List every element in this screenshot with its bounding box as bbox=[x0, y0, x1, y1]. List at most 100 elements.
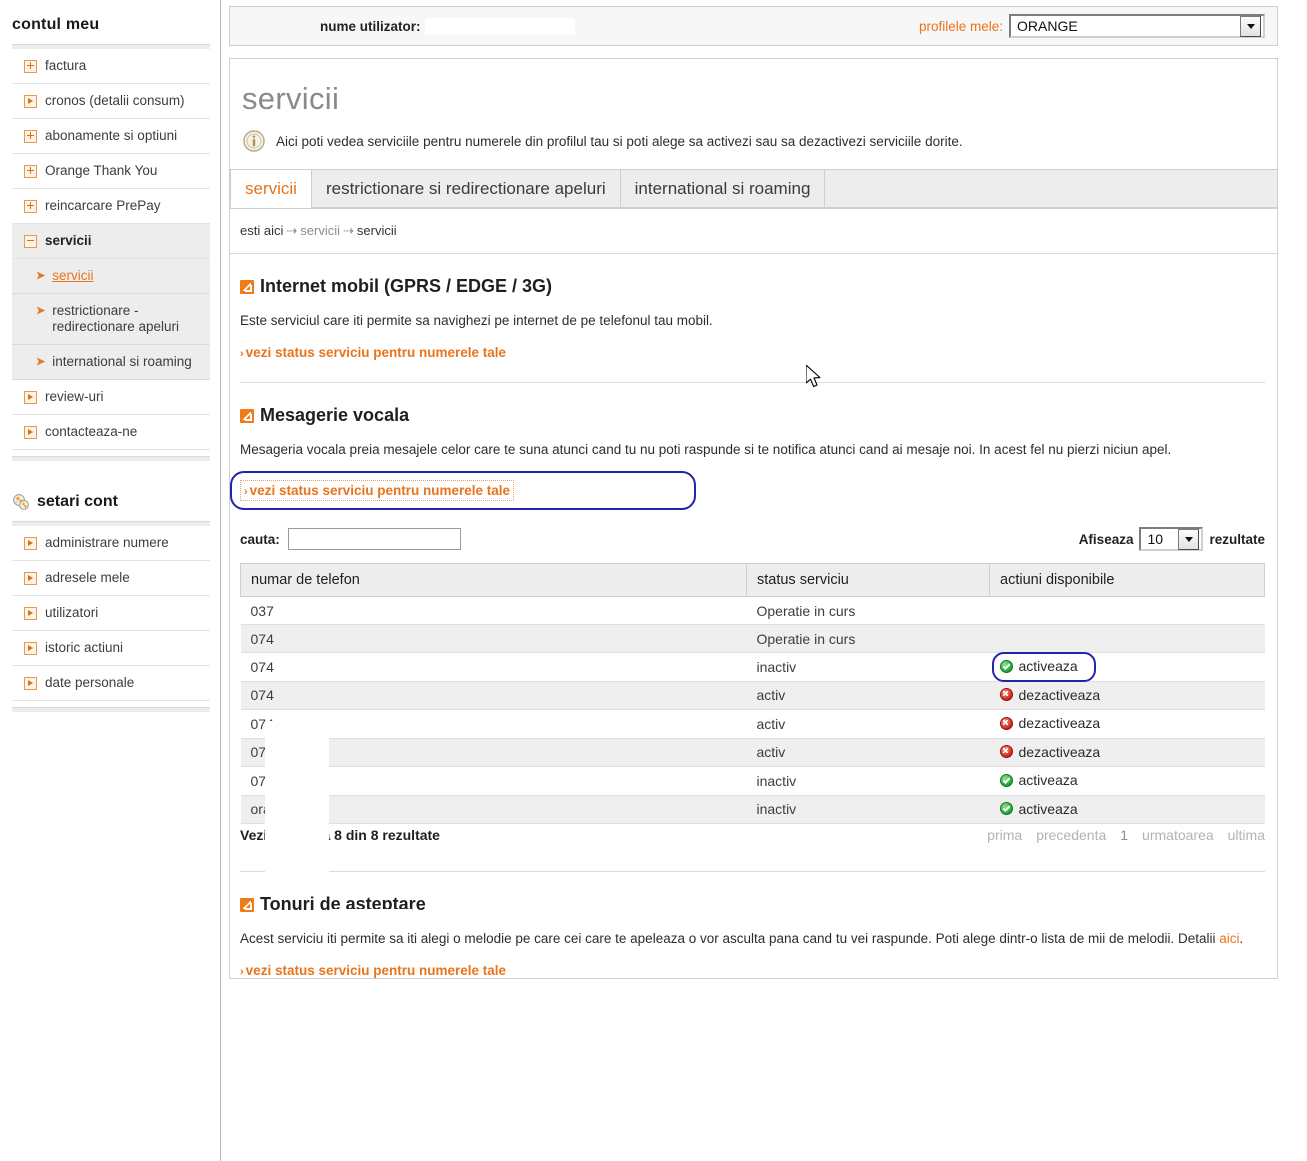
cell-phone: orangetest_ bbox=[240, 795, 747, 824]
action-label: dezactiveaza bbox=[1018, 743, 1101, 760]
cross-circle-icon bbox=[999, 688, 1013, 701]
col-header-status[interactable]: status serviciu bbox=[746, 563, 990, 597]
results-per-page-control: Afiseaza 10 rezultate bbox=[1079, 527, 1265, 551]
cell-action: dezactiveaza bbox=[989, 709, 1265, 739]
cell-phone: 074 bbox=[240, 652, 747, 682]
breadcrumb-item-2: servicii bbox=[356, 223, 397, 238]
sidebar-item-label: factura bbox=[45, 58, 87, 73]
results-per-page-value: 10 bbox=[1147, 531, 1164, 547]
sidebar-item-label: Orange Thank You bbox=[45, 163, 158, 178]
username-value-redacted bbox=[424, 17, 575, 35]
results-per-page-select[interactable]: 10 bbox=[1139, 527, 1204, 551]
arrow-square-icon bbox=[240, 279, 254, 294]
cell-phone: 075 bbox=[240, 766, 747, 796]
search-input[interactable] bbox=[287, 528, 461, 550]
service-status-link[interactable]: › vezi status serviciu pentru numerele ta… bbox=[240, 480, 515, 501]
action-dezactiveaza[interactable]: dezactiveaza bbox=[999, 715, 1100, 731]
col-header-actions[interactable]: actiuni disponibile bbox=[989, 563, 1265, 597]
service-status-link[interactable]: › vezi status serviciu pentru numerele ta… bbox=[240, 345, 506, 360]
table-row: orangetest_ inactiv activeaza bbox=[240, 795, 1265, 824]
pager-last[interactable]: ultima bbox=[1228, 827, 1265, 843]
action-dezactiveaza[interactable]: dezactiveaza bbox=[999, 687, 1100, 703]
sidebar-title: contul meu bbox=[12, 16, 100, 33]
sidebar-item-cronos[interactable]: cronos (detalii consum) bbox=[12, 84, 210, 119]
sidebar-item-thank-you[interactable]: Orange Thank You bbox=[12, 154, 210, 189]
sidebar-item-label: adresele mele bbox=[45, 570, 130, 585]
tab-label: servicii bbox=[245, 179, 297, 198]
pager-first[interactable]: prima bbox=[987, 827, 1022, 843]
service-description: Mesageria vocala preia mesajele celor ca… bbox=[240, 442, 1172, 457]
cell-action: activeaza bbox=[989, 795, 1265, 824]
service-status-link[interactable]: › vezi status serviciu pentru numerele ta… bbox=[240, 963, 506, 978]
chevron-right-icon: ➤ bbox=[36, 270, 46, 282]
arrow-square-icon bbox=[240, 408, 254, 423]
pager-next[interactable]: urmatoarea bbox=[1142, 827, 1214, 843]
sidebar-item-review-uri[interactable]: review-uri bbox=[12, 380, 210, 415]
sidebar-item-administrare-numere[interactable]: administrare numere bbox=[12, 526, 210, 561]
table-results-info: Vezi de la 1 la 8 din 8 rezultate bbox=[240, 827, 440, 843]
tab-bar: servicii restrictionare si redirectionar… bbox=[230, 169, 1277, 209]
breadcrumb-item-1[interactable]: servicii bbox=[300, 223, 340, 238]
service-status-link-label: vezi status serviciu pentru numerele tal… bbox=[249, 483, 511, 498]
action-activeaza[interactable]: activeaza bbox=[999, 801, 1078, 817]
user-bar: nume utilizator: profilele mele: ORANGE bbox=[229, 6, 1278, 46]
cell-action bbox=[989, 596, 1265, 625]
pager-page-1[interactable]: 1 bbox=[1120, 827, 1128, 843]
sidebar-item-abonamente[interactable]: abonamente si optiuni bbox=[12, 119, 210, 154]
cell-status: inactiv bbox=[746, 795, 990, 824]
col-header-phone[interactable]: numar de telefon bbox=[240, 563, 747, 597]
sidebar-subitem-international[interactable]: ➤ international si roaming bbox=[12, 345, 210, 380]
action-activeaza[interactable]: activeaza bbox=[999, 658, 1078, 674]
sidebar-subitem-label[interactable]: servicii bbox=[52, 268, 93, 284]
show-prefix-label: Afiseaza bbox=[1078, 531, 1134, 547]
sidebar-item-reincarcare-prepay[interactable]: reincarcare PrePay bbox=[12, 189, 210, 224]
tab-bar-filler bbox=[824, 169, 1277, 208]
arrow-square-icon bbox=[240, 897, 254, 912]
sidebar-item-contacteaza-ne[interactable]: contacteaza-ne bbox=[12, 415, 210, 450]
table-row: 074 activ dezactiveaza bbox=[240, 709, 1265, 739]
action-activeaza[interactable]: activeaza bbox=[999, 772, 1078, 788]
table-row: 037 Operatie in curs bbox=[240, 596, 1265, 625]
sidebar-subitem-servicii[interactable]: ➤ servicii bbox=[12, 259, 210, 294]
sidebar-subitem-restrictionare[interactable]: ➤ restrictionare - redirectionare apelur… bbox=[12, 294, 210, 345]
check-circle-icon bbox=[999, 773, 1013, 787]
show-suffix-label: rezultate bbox=[1209, 531, 1265, 547]
sidebar: contul meu factura cronos (detalii consu… bbox=[0, 0, 221, 1161]
services-table: numar de telefon status serviciu actiuni… bbox=[240, 563, 1265, 824]
cell-status: inactiv bbox=[746, 652, 990, 682]
username-label: nume utilizator: bbox=[320, 18, 421, 34]
tab-servicii[interactable]: servicii bbox=[230, 169, 311, 208]
chevron-right-icon: ➤ bbox=[36, 356, 46, 368]
profile-label: profilele mele: bbox=[918, 18, 1003, 34]
chevron-down-icon[interactable] bbox=[1178, 528, 1200, 550]
sidebar-item-adresele-mele[interactable]: adresele mele bbox=[12, 561, 210, 596]
page-info-text: Aici poti vedea serviciile pentru numere… bbox=[276, 133, 963, 149]
cell-phone: 037 bbox=[240, 596, 747, 625]
service-title: Internet mobil (GPRS / EDGE / 3G) bbox=[260, 276, 553, 296]
cross-circle-icon bbox=[999, 745, 1013, 758]
sidebar-subitem-label: restrictionare - redirectionare apeluri bbox=[52, 303, 180, 334]
table-row: 074 Operatie in curs bbox=[240, 624, 1265, 653]
check-circle-icon bbox=[999, 802, 1013, 815]
sidebar-item-istoric-actiuni[interactable]: istoric actiuni bbox=[12, 631, 210, 666]
profile-select-value: ORANGE bbox=[1017, 18, 1078, 34]
action-dezactiveaza[interactable]: dezactiveaza bbox=[999, 743, 1101, 760]
plus-box-icon bbox=[24, 130, 37, 143]
sidebar-item-factura[interactable]: factura bbox=[12, 49, 210, 84]
sidebar-item-date-personale[interactable]: date personale bbox=[12, 666, 210, 701]
page-body-panel: esti aici ⇢ servicii ⇢ servicii Internet mob… bbox=[229, 209, 1278, 979]
main-content: nume utilizator: profilele mele: ORANGE … bbox=[221, 0, 1307, 1161]
details-link[interactable]: aici bbox=[1219, 931, 1239, 946]
sidebar-item-utilizatori[interactable]: utilizatori bbox=[12, 596, 210, 631]
sidebar-item-servicii[interactable]: servicii bbox=[12, 224, 210, 259]
highlighted-link-wrapper: › vezi status serviciu pentru numerele ta… bbox=[230, 471, 697, 510]
chevron-down-icon[interactable] bbox=[1240, 15, 1261, 37]
info-icon bbox=[242, 129, 266, 153]
tab-restrictionare-redirectionare[interactable]: restrictionare si redirectionare apeluri bbox=[310, 169, 620, 208]
sidebar-item-label: review-uri bbox=[45, 389, 104, 404]
pager-previous[interactable]: precedenta bbox=[1036, 827, 1106, 843]
cell-status: Operatie in curs bbox=[746, 596, 990, 625]
service-title-row: Internet mobil (GPRS / EDGE / 3G) bbox=[240, 276, 1265, 297]
tab-international-roaming[interactable]: international si roaming bbox=[619, 169, 825, 208]
profile-select[interactable]: ORANGE bbox=[1009, 14, 1265, 38]
